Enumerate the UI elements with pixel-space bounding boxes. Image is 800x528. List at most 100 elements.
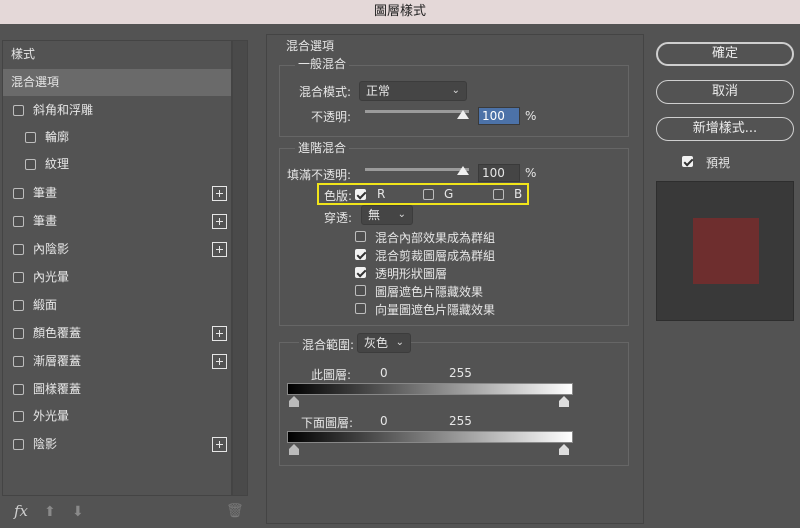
knockout-label: 穿透: <box>324 211 353 225</box>
blend-mode-value: 正常 <box>366 84 391 98</box>
stroke-1-checkbox[interactable] <box>13 188 24 199</box>
color-overlay-checkbox[interactable] <box>13 328 24 339</box>
channel-g-label: G <box>444 187 454 201</box>
style-item-satin[interactable]: 緞面 <box>3 292 231 319</box>
add-color-overlay-icon[interactable] <box>212 326 227 341</box>
add-gradient-overlay-icon[interactable] <box>212 354 227 369</box>
knockout-dropdown[interactable]: 無 ⌄ <box>361 205 413 225</box>
vector-mask-hides-label: 向量圖遮色片隱藏效果 <box>375 303 496 317</box>
style-item-stroke-2[interactable]: 筆畫 <box>3 208 231 235</box>
this-layer-gradient[interactable] <box>287 383 573 395</box>
channel-r-checkbox[interactable] <box>355 189 366 200</box>
channel-r-label: R <box>377 187 386 201</box>
transparency-shapes-checkbox[interactable] <box>355 267 366 278</box>
preview-checkbox[interactable] <box>682 156 693 167</box>
underlying-layer-white-stop[interactable] <box>559 444 569 455</box>
layer-mask-hides-checkbox[interactable] <box>355 285 366 296</box>
style-item-label: 漸層覆蓋 <box>33 354 82 368</box>
preview-label: 預視 <box>706 156 731 170</box>
gradient-overlay-checkbox[interactable] <box>13 356 24 367</box>
underlying-layer-label: 下面圖層: <box>301 416 354 430</box>
fill-opacity-unit: % <box>525 166 537 180</box>
add-inner-shadow-icon[interactable] <box>212 242 227 257</box>
general-blending-title: 一般混合 <box>295 55 350 72</box>
style-item-label: 內陰影 <box>33 242 70 256</box>
knockout-value: 無 <box>368 208 381 222</box>
style-item-label: 筆畫 <box>33 186 58 200</box>
blend-interior-label: 混合內部效果成為群組 <box>375 231 496 245</box>
layer-mask-hides-label: 圖層遮色片隱藏效果 <box>375 285 484 299</box>
chevron-down-icon: ⌄ <box>451 85 460 96</box>
style-item-inner-shadow[interactable]: 內陰影 <box>3 236 231 263</box>
blend-clipped-checkbox[interactable] <box>355 249 366 260</box>
window-title: 圖層樣式 <box>0 0 800 24</box>
style-item-color-overlay[interactable]: 顏色覆蓋 <box>3 320 231 347</box>
opacity-slider-thumb[interactable] <box>457 110 469 119</box>
advanced-blending-title: 進階混合 <box>295 139 350 156</box>
cancel-button[interactable]: 取消 <box>656 80 794 104</box>
transparency-shapes-label: 透明形狀圖層 <box>375 267 448 281</box>
fill-opacity-slider-thumb[interactable] <box>457 166 469 175</box>
style-item-stroke-1[interactable]: 筆畫 <box>3 180 231 207</box>
blend-interior-checkbox[interactable] <box>355 231 366 242</box>
channel-g-checkbox[interactable] <box>423 189 434 200</box>
fill-opacity-input[interactable]: 100 <box>478 164 520 182</box>
style-item-gradient-overlay[interactable]: 漸層覆蓋 <box>3 348 231 375</box>
this-layer-label: 此圖層: <box>311 368 352 382</box>
style-item-outer-glow[interactable]: 外光暈 <box>3 403 231 430</box>
blend-if-group <box>279 342 629 466</box>
ok-button[interactable]: 確定 <box>656 42 794 66</box>
style-item-inner-glow[interactable]: 內光暈 <box>3 264 231 291</box>
style-item-label: 紋理 <box>45 157 70 171</box>
style-item-pattern-overlay[interactable]: 圖樣覆蓋 <box>3 376 231 403</box>
style-item-contour[interactable]: 輪廓 <box>3 124 231 151</box>
new-style-button[interactable]: 新增樣式... <box>656 117 794 141</box>
opacity-input[interactable]: 100 <box>478 107 520 125</box>
blend-if-dropdown[interactable]: 灰色 ⌄ <box>357 333 411 353</box>
preview-toggle[interactable]: 預視 <box>682 153 782 171</box>
fill-opacity-slider[interactable] <box>365 168 469 171</box>
fx-icon[interactable]: fx <box>14 502 28 520</box>
channel-b-checkbox[interactable] <box>493 189 504 200</box>
add-stroke-1-icon[interactable] <box>212 186 227 201</box>
blend-if-value: 灰色 <box>364 336 389 350</box>
add-stroke-2-icon[interactable] <box>212 214 227 229</box>
underlying-layer-gradient[interactable] <box>287 431 573 443</box>
pattern-overlay-checkbox[interactable] <box>13 384 24 395</box>
vector-mask-hides-checkbox[interactable] <box>355 303 366 314</box>
style-preview-swatch <box>693 218 759 284</box>
add-drop-shadow-icon[interactable] <box>212 437 227 452</box>
this-layer-black-stop[interactable] <box>289 396 299 407</box>
style-list-panel: 樣式 混合選項 斜角和浮雕 輪廓 紋理 筆畫 筆畫 內陰影 內光暈 緞面 顏色覆… <box>2 40 248 528</box>
blending-options-panel: 混合選項 一般混合 混合模式: 正常 ⌄ 不透明: 100 % 進階混合 填滿不… <box>266 34 644 524</box>
underlying-layer-black-stop[interactable] <box>289 444 299 455</box>
move-down-icon[interactable]: ⬇ <box>72 504 84 520</box>
contour-checkbox[interactable] <box>25 132 36 143</box>
stroke-2-checkbox[interactable] <box>13 216 24 227</box>
underlying-layer-min: 0 <box>380 414 388 428</box>
texture-checkbox[interactable] <box>25 159 36 170</box>
bevel-emboss-checkbox[interactable] <box>13 105 24 116</box>
general-blending-group <box>279 65 629 137</box>
inner-glow-checkbox[interactable] <box>13 272 24 283</box>
style-item-label: 圖樣覆蓋 <box>33 382 82 396</box>
style-item-label: 輪廓 <box>45 130 70 144</box>
trash-icon[interactable]: 🗑 <box>226 503 244 519</box>
blend-clipped-label: 混合剪裁圖層成為群組 <box>375 249 496 263</box>
opacity-slider[interactable] <box>365 110 469 113</box>
this-layer-white-stop[interactable] <box>559 396 569 407</box>
style-item-texture[interactable]: 紋理 <box>3 151 231 178</box>
style-item-drop-shadow[interactable]: 陰影 <box>3 431 231 458</box>
inner-shadow-checkbox[interactable] <box>13 244 24 255</box>
style-item-blending-options[interactable]: 混合選項 <box>3 69 231 96</box>
satin-checkbox[interactable] <box>13 300 24 311</box>
style-list-scrollbar[interactable] <box>232 40 248 496</box>
drop-shadow-checkbox[interactable] <box>13 439 24 450</box>
style-item-bevel-emboss[interactable]: 斜角和浮雕 <box>3 97 231 124</box>
move-up-icon[interactable]: ⬆ <box>44 504 56 520</box>
style-item-label: 外光暈 <box>33 409 70 423</box>
outer-glow-checkbox[interactable] <box>13 411 24 422</box>
style-list-header[interactable]: 樣式 <box>3 41 231 68</box>
blend-mode-dropdown[interactable]: 正常 ⌄ <box>359 81 467 101</box>
opacity-unit: % <box>525 109 537 123</box>
